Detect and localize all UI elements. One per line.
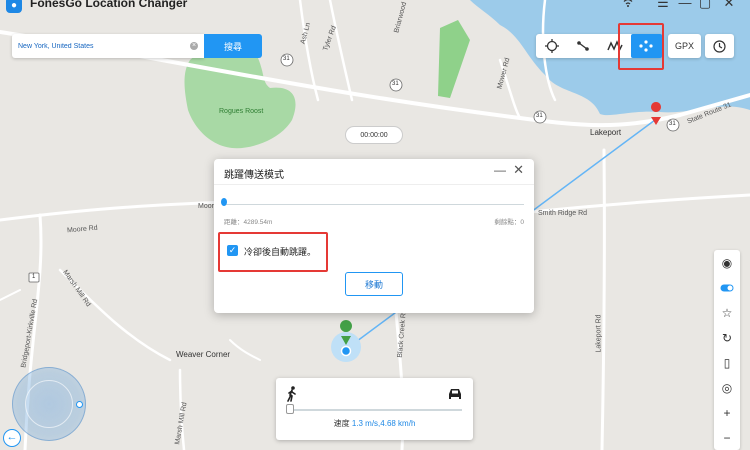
eye-icon[interactable]: ◉ [714, 250, 740, 275]
route-shield: 1 [32, 274, 36, 280]
search-input[interactable] [18, 34, 188, 58]
star-icon[interactable]: ☆ [714, 300, 740, 325]
zoom-out-icon[interactable]: − [714, 425, 740, 450]
search-button[interactable]: 搜尋 [204, 34, 262, 58]
place-label-lakeport: Lakeport [590, 128, 622, 137]
speed-label: 速度 [333, 419, 350, 428]
joystick-inner-ring [25, 380, 73, 428]
map-tools-toolbar: ◉ ☆ ↻ ▯ ◎ + − [714, 250, 740, 450]
car-icon[interactable] [447, 387, 463, 401]
speed-text: 速度 1.3 m/s,4.68 km/h [276, 418, 473, 429]
zoom-in-icon[interactable]: + [714, 400, 740, 425]
teleport-mode-button[interactable] [536, 34, 568, 58]
dialog-title: 跳躍傳送模式 [224, 170, 284, 181]
clock-icon [713, 39, 726, 53]
app-logo-icon: ● [6, 0, 22, 13]
two-spot-icon [577, 41, 590, 51]
menu-icon[interactable]: ☰ [654, 0, 672, 11]
dialog-header: 跳躍傳送模式 — ✕ [214, 159, 534, 185]
close-dialog-icon[interactable]: ✕ [513, 162, 524, 178]
auto-jump-label: 冷卻後自動跳躍。 [244, 247, 317, 257]
timer-display: 00:00:00 [345, 126, 403, 144]
history-button[interactable] [705, 34, 734, 58]
locate-icon[interactable]: ◎ [714, 375, 740, 400]
progress-track [224, 204, 524, 205]
minimize-dialog-icon[interactable]: — [494, 163, 506, 177]
speed-slider-handle[interactable] [286, 404, 294, 414]
restore-icon[interactable]: ▢ [696, 0, 714, 11]
joystick[interactable] [12, 367, 86, 441]
back-icon[interactable]: ← [3, 429, 21, 447]
speed-panel: 速度 1.3 m/s,4.68 km/h [276, 378, 473, 440]
gpx-button[interactable]: GPX [668, 34, 701, 58]
toggle-icon[interactable] [714, 275, 740, 300]
road-label: Smith Ridge Rd [538, 210, 588, 217]
auto-jump-checkbox[interactable]: ✓ [227, 245, 238, 256]
progress-handle[interactable] [221, 198, 227, 206]
wifi-icon[interactable] [619, 0, 637, 10]
minimize-icon[interactable]: — [676, 0, 694, 10]
place-label-weaver: Weaver Corner [176, 350, 231, 359]
jump-teleport-dialog: 跳躍傳送模式 — ✕ 距離：4289.54m 剩餘點：0 ✓ 冷卻後自動跳躍。 … [214, 159, 534, 313]
move-button[interactable]: 移動 [345, 272, 403, 296]
route-shield: 31 [392, 81, 399, 87]
route-shield: 31 [669, 121, 676, 127]
route-shield: 31 [536, 113, 543, 119]
speed-value: 1.3 m/s,4.68 km/h [351, 419, 416, 428]
two-spot-mode-button[interactable] [568, 34, 600, 58]
joystick-handle[interactable] [76, 401, 83, 408]
close-icon[interactable]: ✕ [720, 0, 738, 11]
search-box: × [12, 34, 204, 58]
speed-slider-track[interactable] [289, 409, 462, 411]
device-icon[interactable]: ▯ [714, 350, 740, 375]
road-label: Lakeport Rd [595, 314, 603, 353]
refresh-icon[interactable]: ↻ [714, 325, 740, 350]
walking-icon[interactable] [286, 386, 298, 402]
title-bar: ● FonesGo Location Changer ☰ — ▢ ✕ [0, 0, 750, 14]
distance-label: 距離：4289.54m [224, 219, 273, 226]
highlight-box [618, 23, 664, 70]
remaining-points-label: 剩餘點：0 [494, 219, 524, 226]
app-title: FonesGo Location Changer [30, 0, 188, 10]
park-label: Rogues Roost [219, 108, 264, 115]
crosshair-icon [544, 39, 559, 53]
route-shield: 31 [283, 56, 290, 62]
clear-icon[interactable]: × [190, 42, 198, 50]
